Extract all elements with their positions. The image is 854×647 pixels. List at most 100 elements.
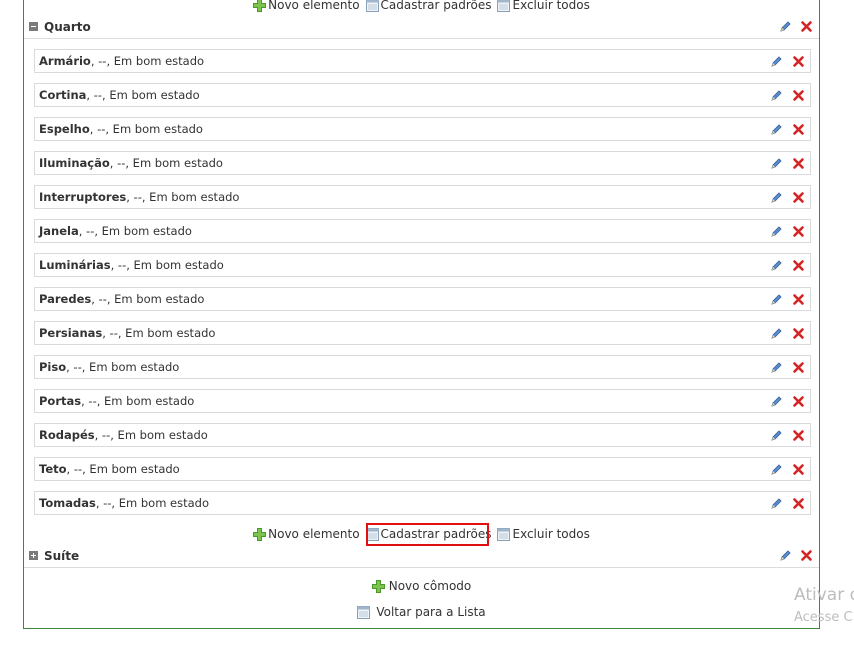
red-x-icon[interactable] [792, 55, 805, 68]
item-detail: , --, Em bom estado [91, 292, 205, 306]
list-item: Paredes, --, Em bom estado [34, 287, 811, 311]
list-item: Luminárias, --, Em bom estado [34, 253, 811, 277]
pencil-icon[interactable] [779, 20, 792, 33]
back-to-list-link[interactable]: Voltar para a Lista [23, 605, 820, 619]
pencil-icon[interactable] [770, 293, 783, 306]
list-item: Interruptores, --, Em bom estado [34, 185, 811, 209]
delete-all-label: Excluir todos [512, 527, 590, 541]
new-element-label: Novo elemento [268, 527, 360, 541]
item-name: Iluminação [39, 156, 110, 170]
item-name: Armário [39, 54, 91, 68]
item-actions [770, 429, 805, 442]
register-defaults-link[interactable]: Cadastrar padrões [365, 0, 492, 12]
list-item: Portas, --, Em bom estado [34, 389, 811, 413]
item-name: Espelho [39, 122, 90, 136]
pencil-icon[interactable] [779, 549, 792, 562]
pencil-icon[interactable] [770, 259, 783, 272]
pencil-icon[interactable] [770, 89, 783, 102]
calendar-icon [365, 0, 379, 12]
red-x-icon[interactable] [792, 463, 805, 476]
pencil-icon[interactable] [770, 191, 783, 204]
red-x-icon[interactable] [800, 20, 813, 33]
red-x-icon[interactable] [792, 395, 805, 408]
calendar-icon [357, 605, 371, 619]
room-header-suite: Suíte [24, 544, 819, 568]
item-actions [770, 259, 805, 272]
item-actions [770, 327, 805, 340]
new-element-link[interactable]: Novo elemento [253, 0, 360, 12]
pencil-icon[interactable] [770, 327, 783, 340]
item-detail: , --, Em bom estado [78, 224, 192, 238]
delete-all-link[interactable]: Excluir todos [497, 0, 590, 12]
delete-all-link[interactable]: Excluir todos [497, 527, 590, 541]
item-actions [770, 55, 805, 68]
item-detail: , --, Em bom estado [90, 54, 205, 68]
item-detail: , --, Em bom estado [102, 326, 216, 340]
item-detail: , --, Em bom estado [86, 88, 200, 102]
red-x-icon[interactable] [792, 123, 805, 136]
list-item: Espelho, --, Em bom estado [34, 117, 811, 141]
red-x-icon[interactable] [792, 361, 805, 374]
item-detail: , --, Em bom estado [89, 122, 203, 136]
item-actions [770, 191, 805, 204]
pencil-icon[interactable] [770, 123, 783, 136]
red-x-icon[interactable] [792, 429, 805, 442]
list-item: Iluminação, --, Em bom estado [34, 151, 811, 175]
plus-square-icon[interactable] [29, 551, 38, 560]
item-actions [770, 123, 805, 136]
red-x-icon[interactable] [792, 497, 805, 510]
delete-all-label: Excluir todos [512, 0, 590, 12]
item-name: Teto [39, 462, 67, 476]
item-name: Persianas [39, 326, 103, 340]
red-x-icon[interactable] [792, 225, 805, 238]
red-x-icon[interactable] [792, 157, 805, 170]
calendar-icon [497, 0, 511, 12]
item-detail: , --, Em bom estado [95, 496, 210, 510]
pencil-icon[interactable] [770, 395, 783, 408]
highlight-box [366, 523, 489, 546]
pencil-icon[interactable] [770, 429, 783, 442]
new-room-link[interactable]: Novo cômodo [23, 579, 820, 593]
item-name: Piso [39, 360, 67, 374]
list-item: Armário, --, Em bom estado [34, 49, 811, 73]
green-plus-icon [371, 579, 385, 593]
red-x-icon[interactable] [792, 89, 805, 102]
room-header-quarto: Quarto [24, 15, 819, 39]
list-item: Tomadas, --, Em bom estado [34, 491, 811, 515]
back-to-list-label: Voltar para a Lista [376, 605, 486, 619]
new-element-label: Novo elemento [268, 0, 360, 12]
new-element-link[interactable]: Novo elemento [253, 527, 360, 541]
room-title: Suíte [44, 548, 80, 563]
pencil-icon[interactable] [770, 361, 783, 374]
new-room-label: Novo cômodo [388, 579, 472, 593]
room-actions [779, 20, 813, 33]
item-detail: , --, Em bom estado [66, 462, 180, 476]
red-x-icon[interactable] [800, 549, 813, 562]
item-detail: , --, Em bom estado [94, 428, 208, 442]
red-x-icon[interactable] [792, 293, 805, 306]
item-actions [770, 89, 805, 102]
list-item: Teto, --, Em bom estado [34, 457, 811, 481]
red-x-icon[interactable] [792, 327, 805, 340]
list-item: Janela, --, Em bom estado [34, 219, 811, 243]
register-defaults-label: Cadastrar padrões [380, 0, 492, 12]
minus-square-icon[interactable] [29, 22, 38, 31]
list-item: Piso, --, Em bom estado [34, 355, 811, 379]
red-x-icon[interactable] [792, 191, 805, 204]
item-actions [770, 293, 805, 306]
activation-watermark-title: Ativar o [794, 585, 854, 605]
list-item: Cortina, --, Em bom estado [34, 83, 811, 107]
item-name: Luminárias [39, 258, 111, 272]
item-name: Paredes [39, 292, 92, 306]
green-plus-icon [253, 527, 267, 541]
pencil-icon[interactable] [770, 225, 783, 238]
pencil-icon[interactable] [770, 55, 783, 68]
item-name: Tomadas [39, 496, 96, 510]
list-item: Persianas, --, Em bom estado [34, 321, 811, 345]
pencil-icon[interactable] [770, 157, 783, 170]
pencil-icon[interactable] [770, 463, 783, 476]
pencil-icon[interactable] [770, 497, 783, 510]
item-detail: , --, Em bom estado [66, 360, 180, 374]
item-detail: , --, Em bom estado [126, 190, 240, 204]
red-x-icon[interactable] [792, 259, 805, 272]
